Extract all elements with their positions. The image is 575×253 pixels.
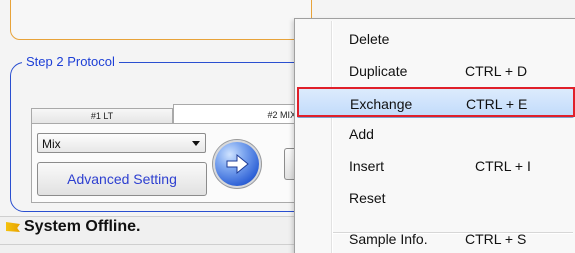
- menu-item-label: Sample Info.: [349, 231, 428, 247]
- menu-item-label: Reset: [349, 190, 386, 206]
- menu-item-label: Duplicate: [349, 63, 408, 79]
- step1-panel: [10, 0, 312, 40]
- menu-item-add[interactable]: Add: [297, 119, 574, 149]
- tab-mix[interactable]: #2 MIX: [173, 104, 303, 125]
- menu-item-duplicate[interactable]: Duplicate CTRL + D: [297, 56, 574, 86]
- step2-title: Step 2 Protocol: [22, 54, 119, 69]
- menu-item-label: Delete: [349, 31, 390, 47]
- chevron-down-icon: [192, 141, 200, 146]
- menu-item-sample-info[interactable]: Sample Info. CTRL + S: [297, 227, 574, 253]
- context-menu: Delete Duplicate CTRL + D Exchange CTRL …: [294, 18, 575, 253]
- mode-select[interactable]: Mix: [37, 133, 206, 153]
- advanced-setting-button[interactable]: Advanced Setting: [37, 162, 207, 196]
- menu-item-insert[interactable]: Insert CTRL + I: [297, 151, 574, 181]
- menu-item-shortcut: CTRL + S: [465, 231, 527, 247]
- mode-select-value: Mix: [42, 137, 61, 151]
- status-text: System Offline.: [24, 218, 141, 235]
- arrow-right-icon: [226, 153, 249, 175]
- menu-item-shortcut: CTRL + I: [475, 158, 531, 174]
- menu-item-label: Add: [349, 126, 374, 142]
- menu-item-shortcut: CTRL + E: [466, 96, 528, 112]
- menu-item-label: Insert: [349, 158, 385, 174]
- menu-item-exchange[interactable]: Exchange CTRL + E: [297, 88, 574, 118]
- menu-item-delete[interactable]: Delete: [297, 24, 574, 54]
- menu-item-reset[interactable]: Reset: [297, 183, 574, 213]
- menu-item-shortcut: CTRL + D: [465, 63, 528, 79]
- app-window: Step 2 Protocol #1 LT #2 MIX Mix Advance…: [0, 0, 575, 253]
- tab-lt[interactable]: #1 LT: [31, 108, 173, 124]
- protocol-tabs: #1 LT #2 MIX: [31, 104, 303, 125]
- menu-item-label: Exchange: [350, 96, 413, 112]
- next-arrow-button[interactable]: [213, 140, 261, 188]
